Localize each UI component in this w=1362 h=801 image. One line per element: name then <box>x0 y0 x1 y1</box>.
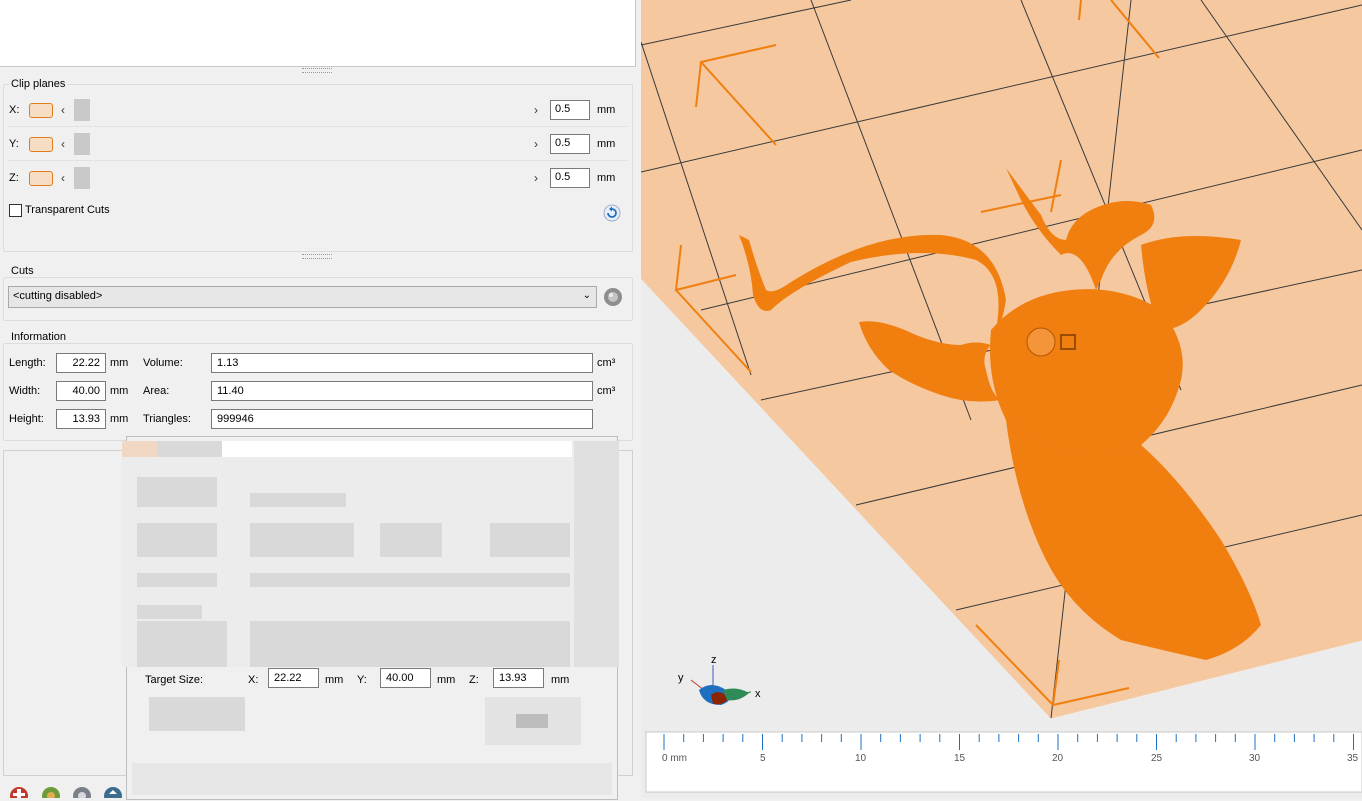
clip-x-slider-thumb[interactable] <box>74 99 90 121</box>
clip-y-slider-thumb[interactable] <box>74 133 90 155</box>
clip-z-right-arrow[interactable]: › <box>534 171 538 185</box>
clip-z-value-input[interactable]: 0.5 <box>550 168 590 188</box>
target-z-input[interactable]: 13.93 <box>493 668 544 688</box>
obscured-dialog-content <box>122 441 619 667</box>
clip-z-slider-thumb[interactable] <box>74 167 90 189</box>
axis-label-z: z <box>711 654 717 666</box>
reset-icon[interactable] <box>603 204 621 222</box>
transparent-cuts-label: Transparent Cuts <box>25 204 110 216</box>
clip-z-toggle-button[interactable] <box>29 171 53 186</box>
information-title: Information <box>9 331 69 343</box>
target-y-label: Y: <box>357 674 367 686</box>
obscured-option <box>149 697 245 731</box>
clip-y-toggle-button[interactable] <box>29 137 53 152</box>
ruler-label-35: 35 <box>1347 753 1359 764</box>
clip-x-toggle-button[interactable] <box>29 103 53 118</box>
area-value: 11.40 <box>211 381 593 401</box>
target-size-label: Target Size: <box>145 674 204 686</box>
target-z-label: Z: <box>469 674 479 686</box>
ruler: 0 mm 5 10 15 20 25 30 35 <box>645 731 1362 793</box>
repair-icon[interactable] <box>40 784 62 801</box>
forward-icon[interactable] <box>102 784 124 801</box>
add-icon[interactable] <box>8 784 30 801</box>
clip-x-label: X: <box>9 104 20 116</box>
cuts-selected-value: <cutting disabled> <box>13 290 103 302</box>
ruler-label-25: 25 <box>1151 753 1163 764</box>
length-label: Length: <box>9 357 46 369</box>
target-x-label: X: <box>248 674 259 686</box>
width-unit: mm <box>110 385 129 397</box>
area-label: Area: <box>143 385 170 397</box>
clip-x-right-arrow[interactable]: › <box>534 103 538 117</box>
scale-dialog: Target Size: X: 22.22 mm Y: 40.00 mm Z: … <box>122 436 619 800</box>
height-unit: mm <box>110 413 129 425</box>
clip-x-unit: mm <box>597 104 616 116</box>
chevron-down-icon: ⌄ <box>582 290 591 301</box>
target-z-unit: mm <box>551 674 570 686</box>
viewport-canvas[interactable]: z y x 0 mm 5 10 15 20 25 30 35 <box>641 0 1362 798</box>
clip-z-left-arrow[interactable]: ‹ <box>61 171 65 185</box>
volume-label: Volume: <box>143 357 183 369</box>
cut-settings-icon[interactable] <box>601 286 625 308</box>
cuts-dropdown[interactable]: <cutting disabled> ⌄ <box>8 286 597 308</box>
obscured-button-label <box>516 714 548 728</box>
clip-planes-title: Clip planes <box>9 78 68 90</box>
ruler-label-10: 10 <box>855 753 867 764</box>
volume-value: 1.13 <box>211 353 593 373</box>
splitter-grip[interactable] <box>302 254 332 259</box>
object-list-area[interactable] <box>0 0 636 67</box>
area-unit: cm³ <box>597 385 616 397</box>
clip-y-value-input[interactable]: 0.5 <box>550 134 590 154</box>
width-label: Width: <box>9 385 41 397</box>
ruler-label-15: 15 <box>954 753 966 764</box>
obscured-footer <box>132 763 612 795</box>
clip-z-unit: mm <box>597 172 616 184</box>
clip-y-right-arrow[interactable]: › <box>534 137 538 151</box>
height-value: 13.93 <box>56 409 106 429</box>
height-label: Height: <box>9 413 44 425</box>
clip-z-label: Z: <box>9 172 19 184</box>
ruler-label-20: 20 <box>1052 753 1064 764</box>
clip-y-left-arrow[interactable]: ‹ <box>61 137 65 151</box>
target-y-input[interactable]: 40.00 <box>380 668 431 688</box>
splitter-grip[interactable] <box>302 68 332 73</box>
ruler-label-0: 0 mm <box>662 753 687 764</box>
volume-unit: cm³ <box>597 357 616 369</box>
clip-y-label: Y: <box>9 138 19 150</box>
row-divider <box>8 126 628 127</box>
axis-label-x: x <box>755 688 761 700</box>
target-y-unit: mm <box>437 674 456 686</box>
ruler-label-5: 5 <box>760 753 766 764</box>
axis-label-y: y <box>678 672 684 684</box>
ruler-label-30: 30 <box>1249 753 1261 764</box>
transparent-cuts-checkbox[interactable] <box>9 204 22 217</box>
3d-viewport[interactable]: z y x 0 mm 5 10 15 20 25 30 35 <box>641 0 1362 798</box>
target-x-input[interactable]: 22.22 <box>268 668 319 688</box>
clip-x-left-arrow[interactable]: ‹ <box>61 103 65 117</box>
length-unit: mm <box>110 357 129 369</box>
clip-x-value-input[interactable]: 0.5 <box>550 100 590 120</box>
width-value: 40.00 <box>56 381 106 401</box>
triangles-label: Triangles: <box>143 413 191 425</box>
refresh-icon[interactable] <box>71 784 93 801</box>
row-divider <box>8 160 628 161</box>
length-value: 22.22 <box>56 353 106 373</box>
clip-y-unit: mm <box>597 138 616 150</box>
target-x-unit: mm <box>325 674 344 686</box>
clip-planes-group <box>3 84 633 252</box>
cuts-title: Cuts <box>9 265 36 277</box>
triangles-value: 999946 <box>211 409 593 429</box>
